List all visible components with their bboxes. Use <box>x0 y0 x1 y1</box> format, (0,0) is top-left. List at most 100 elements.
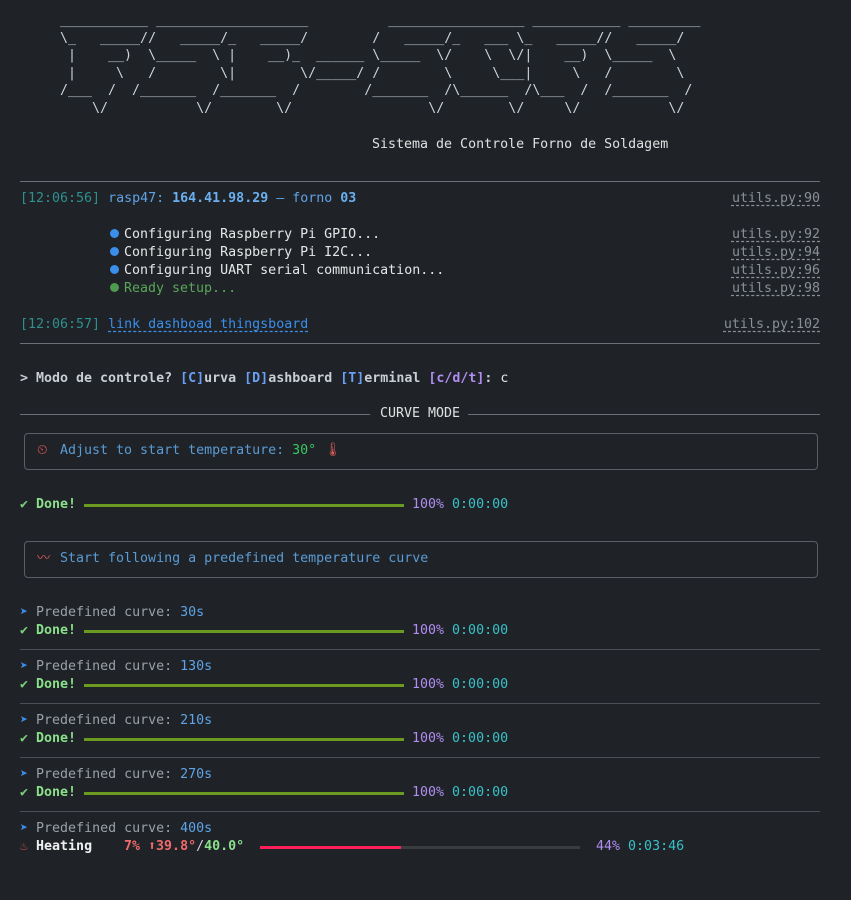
curve-item: ➤ Predefined curve: 270s <box>20 766 212 784</box>
timestamp: [12:06:57] <box>20 317 101 332</box>
option-label: erminal <box>364 371 429 386</box>
arrow-up-icon: ⬆ <box>148 839 157 854</box>
setup-item: Ready setup... <box>110 280 236 298</box>
progress-readout: 100% 0:00:00 <box>412 676 508 694</box>
thermometer-icon: 🌡 <box>324 443 342 458</box>
hot-icon: ♨ <box>20 839 29 854</box>
elapsed-time: 0:00:00 <box>452 731 509 746</box>
setup-item: Configuring Raspberry Pi I2C... <box>110 244 372 262</box>
source-ref[interactable]: utils.py:92 <box>732 226 820 244</box>
divider <box>20 649 820 650</box>
panel-text: Adjust to start temperature: <box>60 443 293 458</box>
curve-duration: 270s <box>180 767 213 782</box>
option-key: [T] <box>340 371 365 386</box>
curve-progress: ✔ Done! <box>20 730 76 748</box>
mode-title: CURVE MODE <box>380 406 461 421</box>
option-label: ashboard <box>268 371 341 386</box>
check-icon: ✔ <box>20 677 29 692</box>
wave-icon: 〰 <box>37 551 51 566</box>
elapsed-time: 0:03:46 <box>628 839 685 854</box>
progress-readout: 100% 0:00:00 <box>412 622 508 640</box>
curve-label: Predefined curve: <box>36 605 181 620</box>
arrow-icon: ➤ <box>20 821 29 836</box>
setup-text: Configuring Raspberry Pi GPIO... <box>124 227 381 242</box>
prompt-text: > Modo de controle? <box>20 371 181 386</box>
progress-bar <box>84 792 404 795</box>
curve-progress: ✔ Done! <box>20 784 76 802</box>
option-key: [C] <box>180 371 205 386</box>
elapsed-time: 0:00:00 <box>452 785 509 800</box>
curve-duration: 130s <box>180 659 213 674</box>
curve-progress: ✔ Done! <box>20 622 76 640</box>
setup-text: Configuring Raspberry Pi I2C... <box>124 245 373 260</box>
source-ref[interactable]: utils.py:96 <box>732 262 820 280</box>
ascii-banner: ___________ ___________________ ________… <box>60 13 701 116</box>
status-dot-icon <box>110 265 119 274</box>
progress-readout: 100% 0:00:00 <box>412 496 508 514</box>
curve-item: ➤ Predefined curve: 130s <box>20 658 212 676</box>
curve-duration: 210s <box>180 713 213 728</box>
heating-readout: 44% 0:03:46 <box>596 838 684 856</box>
colon: : <box>484 371 501 386</box>
progress-bar <box>84 738 404 741</box>
timestamp: [12:06:56] <box>20 191 101 206</box>
panel-text: Start following a predefined temperature… <box>60 551 429 566</box>
curve-label: Predefined curve: <box>36 659 181 674</box>
status-dot-icon <box>110 247 119 256</box>
progress-percent: 100% <box>412 623 445 638</box>
slash: / <box>196 839 205 854</box>
power-percent: 7% <box>124 839 141 854</box>
heating-bar-fill <box>260 846 401 849</box>
current-curve: ➤ Predefined curve: 400s <box>20 820 212 838</box>
progress-status: Done! <box>36 677 77 692</box>
curve-duration: 400s <box>180 821 213 836</box>
arrow-icon: ➤ <box>20 767 29 782</box>
source-ref[interactable]: utils.py:94 <box>732 244 820 262</box>
progress-bar <box>84 630 404 633</box>
progress-percent: 100% <box>412 731 445 746</box>
start-temperature: 30° <box>292 443 317 458</box>
curve-panel: 〰 Start following a predefined temperatu… <box>24 541 818 578</box>
mode-prompt[interactable]: > Modo de controle? [C]urva [D]ashboard … <box>20 370 508 388</box>
source-ref[interactable]: utils.py:98 <box>732 280 820 298</box>
arrow-icon: ➤ <box>20 605 29 620</box>
curve-item: ➤ Predefined curve: 30s <box>20 604 204 622</box>
heating-status: ♨ Heating <box>20 838 92 856</box>
divider <box>468 414 820 415</box>
source-ref[interactable]: utils.py:90 <box>732 190 820 208</box>
progress-readout: 100% 0:00:00 <box>412 730 508 748</box>
dashboard-link[interactable]: link dashboad thingsboard <box>108 317 308 332</box>
target-temperature: 40.0° <box>204 839 245 854</box>
source-ref[interactable]: utils.py:102 <box>724 316 820 334</box>
progress-percent: 44% <box>596 839 621 854</box>
forno-number: 03 <box>340 191 357 206</box>
option-label: urva <box>204 371 245 386</box>
banner-subtitle: Sistema de Controle Forno de Soldagem <box>372 137 669 152</box>
elapsed-time: 0:00:00 <box>452 677 509 692</box>
option-key: [D] <box>244 371 269 386</box>
divider <box>20 414 370 415</box>
curve-label: Predefined curve: <box>36 767 181 782</box>
check-icon: ✔ <box>20 623 29 638</box>
divider <box>20 811 820 812</box>
progress-status: Done! <box>36 497 77 512</box>
temperature-readout: 7% ⬆39.8°/40.0° <box>124 838 244 856</box>
progress-status: Done! <box>36 785 77 800</box>
stopwatch-icon: ⏲ <box>37 443 48 458</box>
progress-status: Done! <box>36 623 77 638</box>
elapsed-time: 0:00:00 <box>452 623 509 638</box>
progress-bar <box>84 504 404 507</box>
arrow-icon: ➤ <box>20 713 29 728</box>
check-icon: ✔ <box>20 731 29 746</box>
progress-readout: 100% 0:00:00 <box>412 784 508 802</box>
progress-status: Done! <box>36 731 77 746</box>
ip-address: 164.41.98.29 <box>172 191 269 206</box>
setup-text: Ready setup... <box>124 281 237 296</box>
adjust-temperature-panel: ⏲ Adjust to start temperature: 30° 🌡 <box>24 433 818 470</box>
status-dot-icon <box>110 283 119 292</box>
progress-percent: 100% <box>412 497 445 512</box>
divider <box>20 757 820 758</box>
separator-text: – forno <box>268 191 341 206</box>
curve-item: ➤ Predefined curve: 210s <box>20 712 212 730</box>
adjust-progress: ✔ Done! <box>20 496 76 514</box>
